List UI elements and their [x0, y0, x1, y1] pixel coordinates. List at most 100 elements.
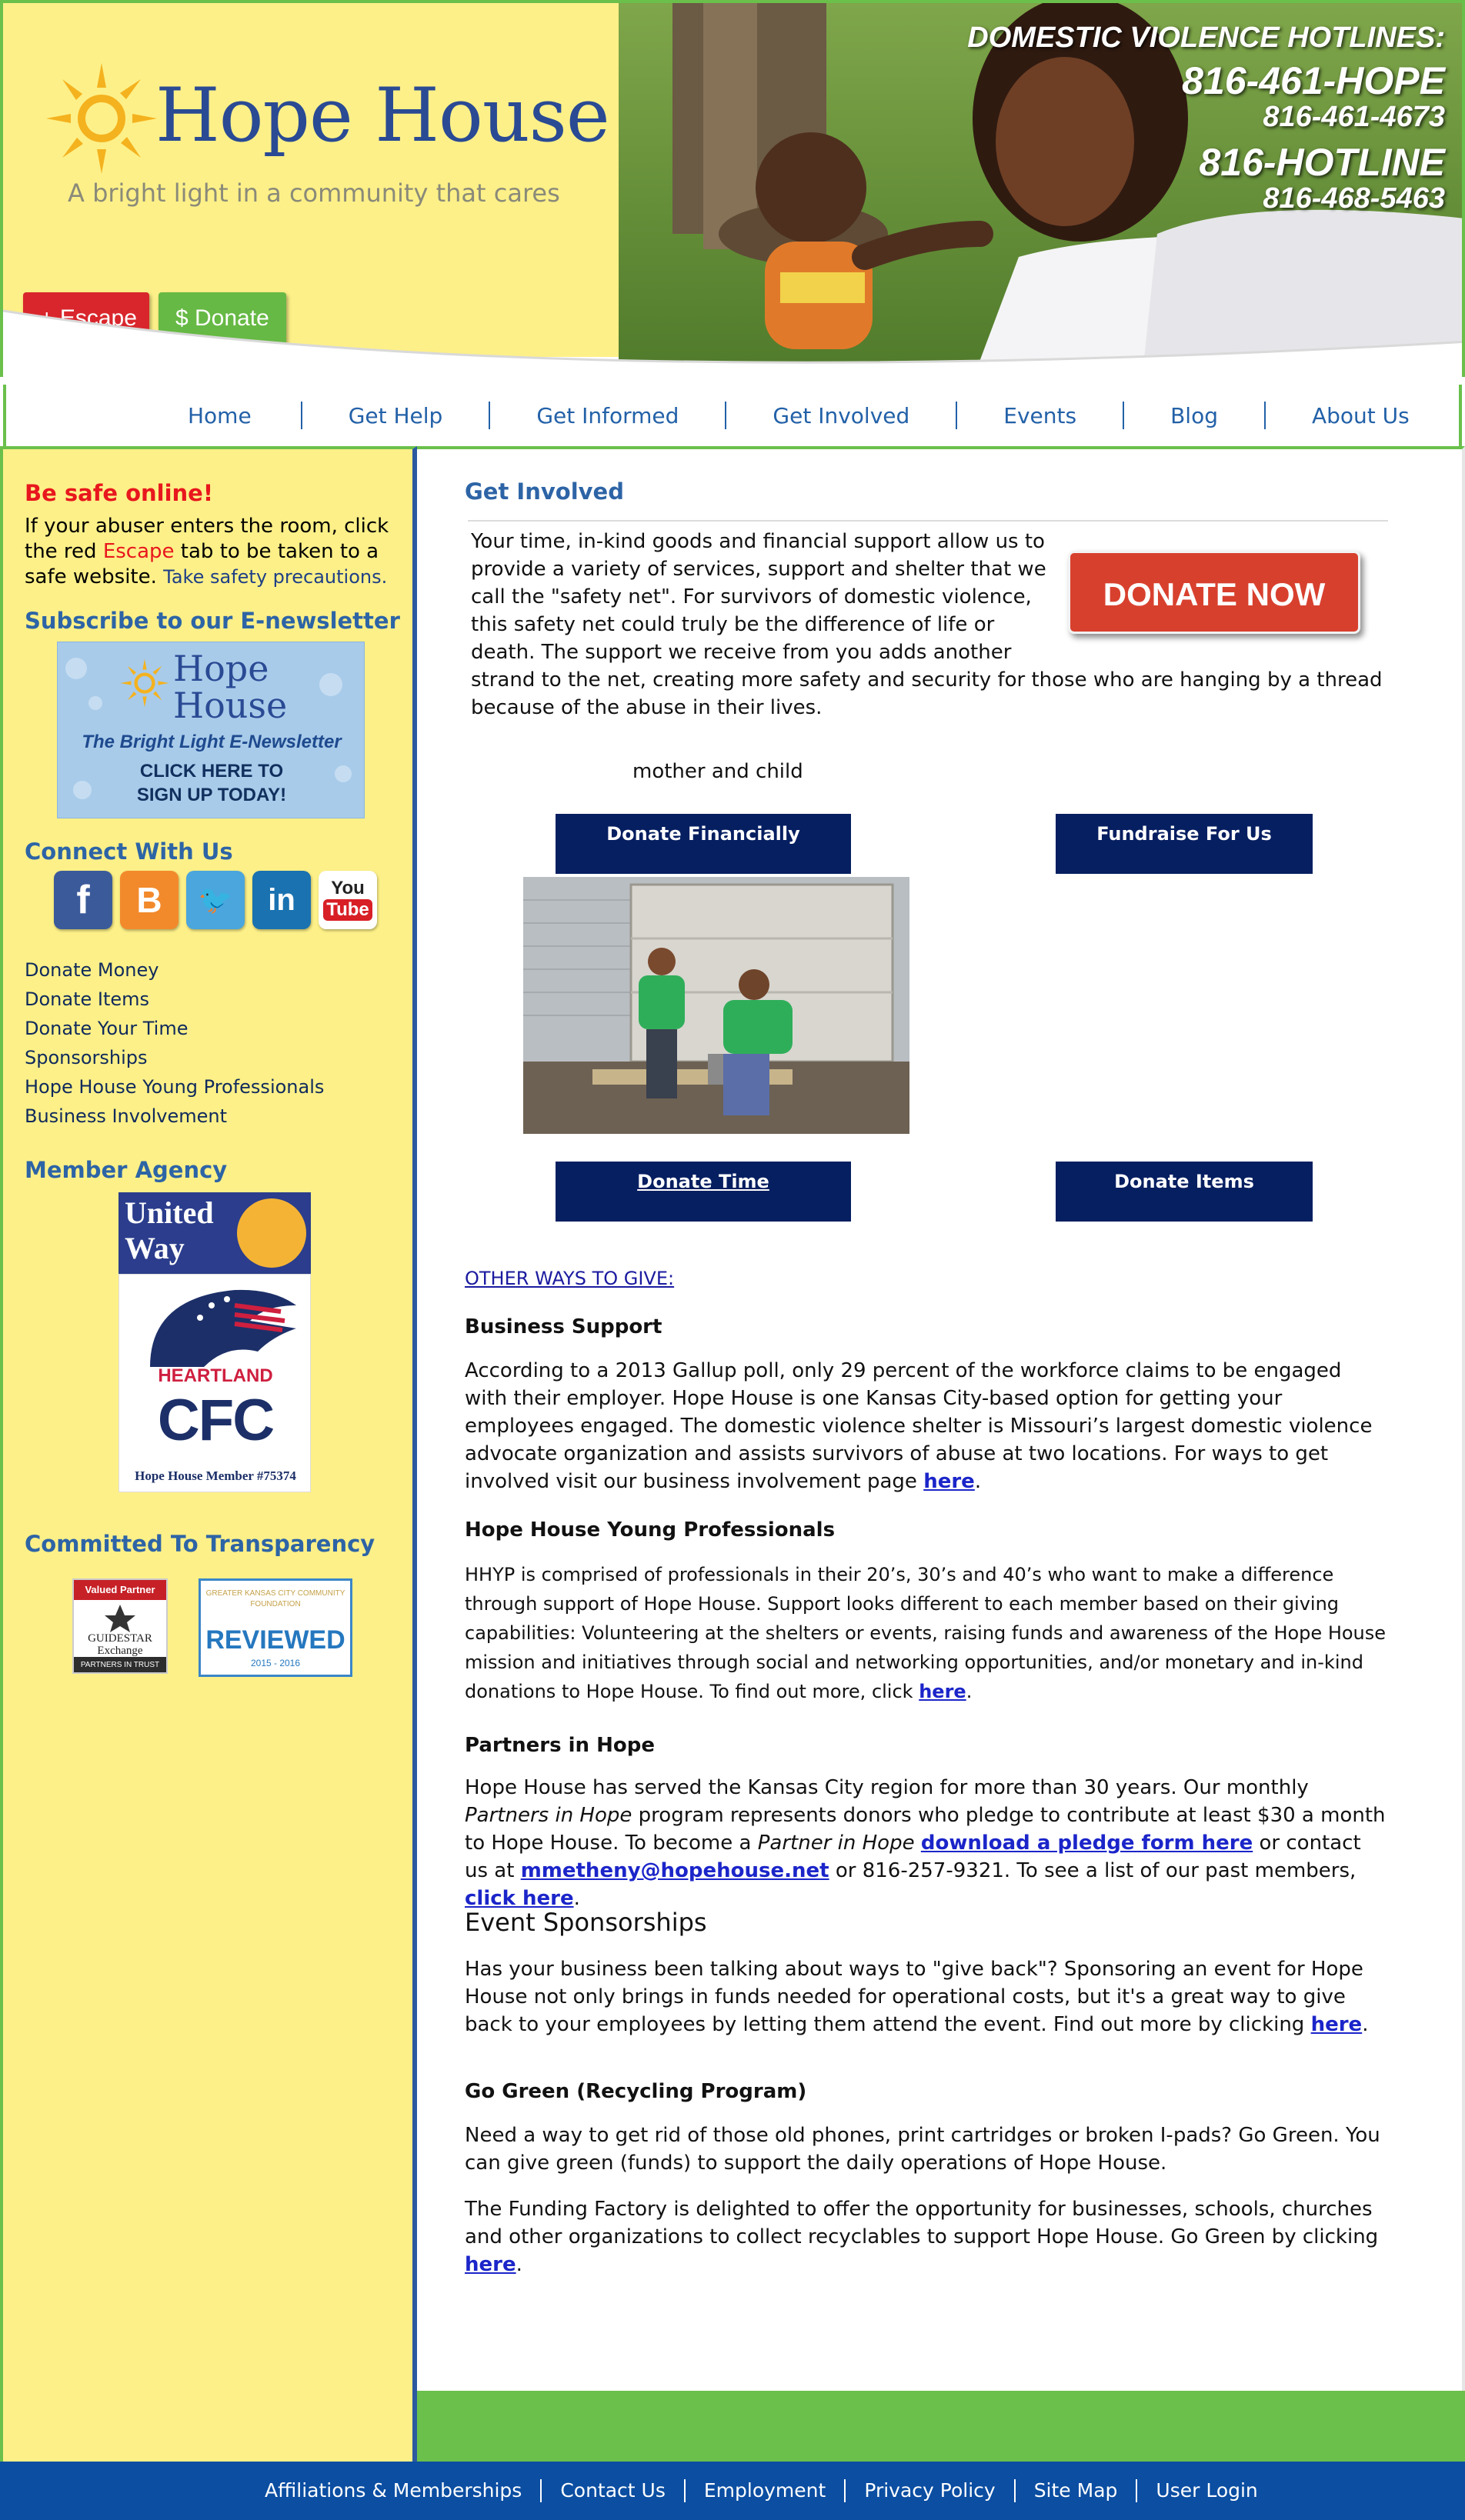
header-swoosh	[3, 309, 1462, 377]
footer-link-privacy[interactable]: Privacy Policy	[846, 2479, 1016, 2502]
main-content: Get Involved Your time, in-kind goods an…	[417, 446, 1465, 2391]
united-way-logo[interactable]: United Way	[118, 1192, 311, 1274]
nav-separator	[1123, 402, 1125, 429]
subscribe-heading: Subscribe to our E-newsletter	[25, 608, 400, 634]
guidestar-badge[interactable]: Valued Partner GUIDESTAR Exchange PARTNE…	[72, 1578, 168, 1674]
sidebar-link-business-involvement[interactable]: Business Involvement	[25, 1102, 324, 1131]
go-green-text-1: Need a way to get rid of those old phone…	[465, 2124, 1380, 2175]
hhyp-here-link[interactable]: here	[919, 1681, 966, 1702]
gkccf-reviewed-badge[interactable]: GREATER KANSAS CITY COMMUNITY FOUNDATION…	[199, 1578, 352, 1677]
nav-separator	[725, 402, 727, 429]
heartland-cfc-logo[interactable]: HEARTLAND CFC Hope House Member #75374	[118, 1274, 311, 1492]
sidebar-link-young-professionals[interactable]: Hope House Young Professionals	[25, 1072, 324, 1102]
guidestar-top-label: Valued Partner	[74, 1580, 166, 1600]
blogger-icon[interactable]: B	[120, 871, 179, 929]
partners-in-hope-heading: Partners in Hope	[465, 1734, 655, 1757]
donate-items-button[interactable]: Donate Items	[1056, 1162, 1313, 1222]
twitter-icon[interactable]: 🐦	[186, 871, 245, 929]
nav-get-involved[interactable]: Get Involved	[773, 403, 909, 428]
bubble-decoration	[65, 658, 87, 679]
safe-online-text: If your abuser enters the room, click th…	[25, 514, 402, 590]
linkedin-icon[interactable]: in	[252, 871, 311, 929]
young-professionals-heading: Hope House Young Professionals	[465, 1518, 836, 1542]
newsletter-logo-text: Hope House	[173, 650, 287, 724]
business-here-link[interactable]: here	[923, 1470, 975, 1493]
sidebar-link-sponsorships[interactable]: Sponsorships	[25, 1043, 324, 1072]
hhyp-end: .	[966, 1681, 973, 1702]
past-members-link[interactable]: click here	[465, 1887, 574, 1910]
events-end: .	[1362, 2013, 1369, 2036]
nav-events[interactable]: Events	[1003, 403, 1076, 428]
partners-italic-1: Partners in Hope	[465, 1804, 632, 1827]
event-sponsorships-text: Has your business been talking about way…	[465, 1955, 1388, 2038]
events-body: Has your business been talking about way…	[465, 1958, 1363, 2036]
cfc-heartland-text: HEARTLAND	[158, 1365, 273, 1386]
united-way-hand-icon	[237, 1198, 306, 1268]
volunteers-photo[interactable]	[523, 877, 909, 1134]
young-professionals-text: HHYP is comprised of professionals in th…	[465, 1560, 1388, 1706]
safety-precautions-link[interactable]: Take safety precautions.	[163, 566, 387, 588]
footer-link-employment[interactable]: Employment	[686, 2479, 846, 2502]
go-green-heading: Go Green (Recycling Program)	[465, 2080, 807, 2103]
newsletter-cta-line-2: SIGN UP TODAY!	[136, 785, 287, 805]
footer-link-contact[interactable]: Contact Us	[542, 2479, 686, 2502]
sidebar-link-donate-time[interactable]: Donate Your Time	[25, 1014, 324, 1043]
hotline-hotline-number[interactable]: 816-468-5463	[967, 183, 1445, 214]
nav-get-informed[interactable]: Get Informed	[536, 403, 679, 428]
guidestar-bottom-label: PARTNERS IN TRUST	[74, 1657, 166, 1672]
facebook-icon[interactable]: f	[54, 871, 112, 929]
nav-about-us[interactable]: About Us	[1312, 403, 1410, 428]
sidebar-link-donate-money[interactable]: Donate Money	[25, 955, 324, 985]
bubble-decoration	[319, 673, 342, 696]
footer-link-affiliations[interactable]: Affiliations & Memberships	[246, 2479, 542, 2502]
donate-financially-button[interactable]: Donate Financially	[556, 814, 851, 874]
hotline-hotline[interactable]: 816-HOTLINE	[967, 142, 1445, 183]
green-end: .	[516, 2253, 522, 2276]
guidestar-star-icon	[105, 1605, 135, 1632]
pledge-form-link[interactable]: download a pledge form here	[921, 1832, 1253, 1855]
go-green-text-2: The Funding Factory is delighted to offe…	[465, 2195, 1388, 2278]
business-support-text: According to a 2013 Gallup poll, only 29…	[465, 1357, 1388, 1495]
main-nav: Home Get Help Get Informed Get Involved …	[3, 385, 1462, 446]
sidebar-link-donate-items[interactable]: Donate Items	[25, 985, 324, 1014]
newsletter-title-line-2: House	[173, 685, 288, 726]
donate-time-button[interactable]: Donate Time	[556, 1162, 851, 1222]
cfc-letters: CFC	[157, 1388, 275, 1453]
site-header: Hope House A bright light in a community…	[0, 0, 1465, 377]
newsletter-subtitle: The Bright Light E-Newsletter	[82, 732, 342, 752]
green-here-link[interactable]: here	[465, 2253, 516, 2276]
hotline-hope-number[interactable]: 816-461-4673	[967, 102, 1445, 132]
connect-heading: Connect With Us	[25, 838, 233, 865]
logo-title: Hope House	[155, 72, 610, 158]
newsletter-signup-banner[interactable]: Hope House The Bright Light E-Newsletter…	[57, 642, 365, 818]
nav-separator	[956, 402, 958, 429]
other-ways-link[interactable]: OTHER WAYS TO GIVE:	[465, 1268, 674, 1289]
partners-text-3	[915, 1832, 921, 1855]
nav-separator	[300, 402, 302, 429]
cfc-dove-icon	[150, 1289, 296, 1367]
member-agency-heading: Member Agency	[25, 1157, 228, 1183]
nav-home[interactable]: Home	[188, 403, 252, 428]
nav-blog[interactable]: Blog	[1170, 403, 1218, 428]
site-footer: Affiliations & Memberships Contact Us Em…	[0, 2462, 1465, 2520]
nav-get-help[interactable]: Get Help	[349, 403, 443, 428]
footer-link-login[interactable]: User Login	[1137, 2479, 1276, 2502]
intro-text-2: strand to the net, creating more safety …	[471, 668, 1383, 719]
footer-link-sitemap[interactable]: Site Map	[1016, 2479, 1138, 2502]
partners-end: .	[573, 1887, 580, 1910]
gkccf-year: 2015 - 2016	[250, 1658, 301, 1668]
site-logo[interactable]: Hope House A bright light in a community…	[40, 57, 610, 211]
sidebar: Be safe online! If your abuser enters th…	[0, 446, 417, 2462]
event-sponsorships-heading: Event Sponsorships	[465, 1908, 707, 1937]
business-end: .	[974, 1470, 982, 1493]
sidebar-links: Donate Money Donate Items Donate Your Ti…	[25, 955, 324, 1131]
safe-text-escape: Escape	[102, 540, 175, 563]
youtube-icon[interactable]: You Tube	[319, 871, 377, 929]
fundraise-button[interactable]: Fundraise For Us	[1056, 814, 1313, 874]
safe-online-title: Be safe online!	[25, 480, 214, 506]
email-link[interactable]: mmetheny@hopehouse.net	[521, 1859, 829, 1882]
hotline-hope[interactable]: 816-461-HOPE	[967, 60, 1445, 102]
events-here-link[interactable]: here	[1311, 2013, 1363, 2036]
donate-now-button[interactable]: DONATE NOW	[1068, 551, 1360, 634]
guidestar-name: GUIDESTAR Exchange	[88, 1632, 152, 1657]
